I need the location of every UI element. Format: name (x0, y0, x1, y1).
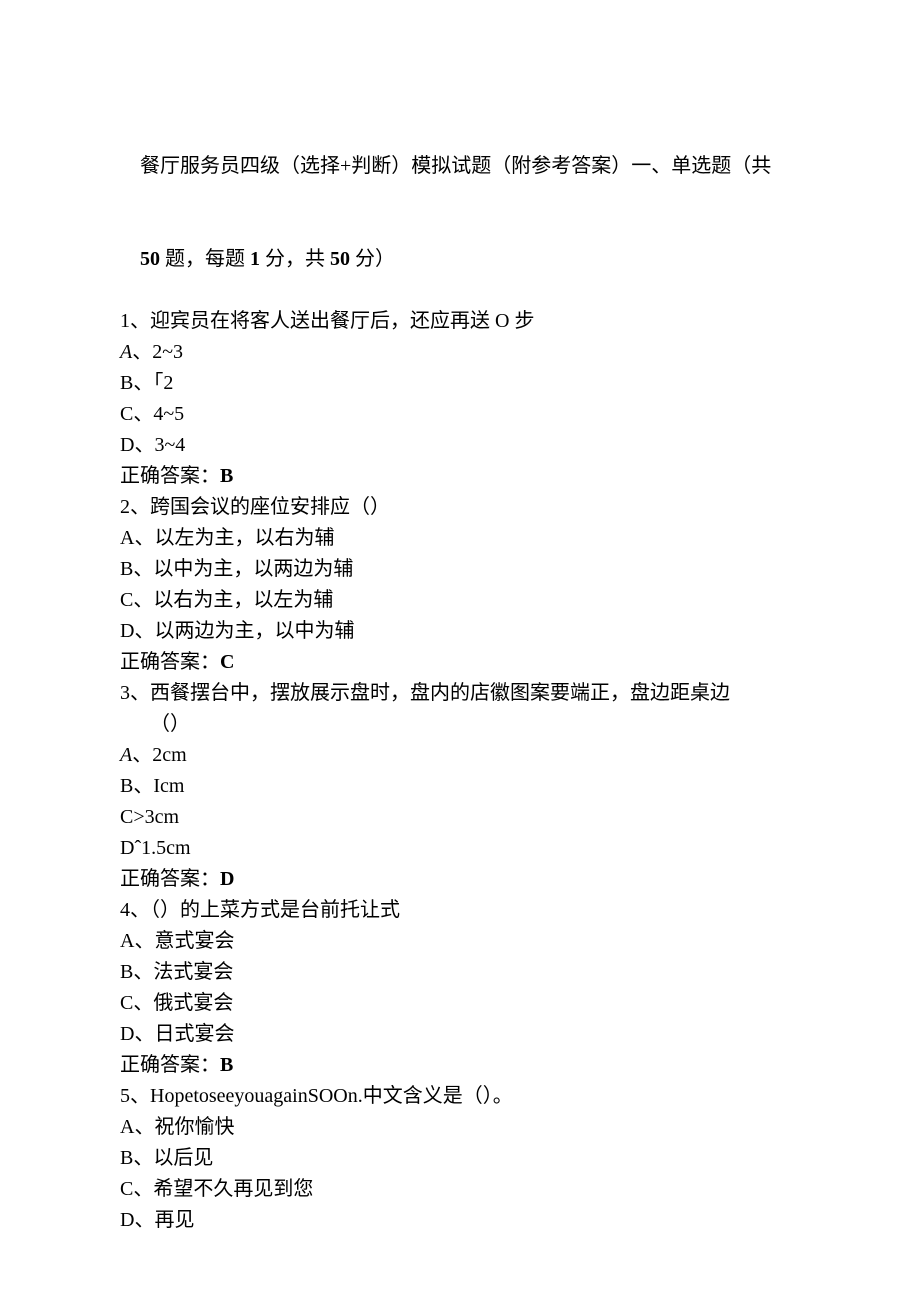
q1-option-a-bullet: A (120, 341, 132, 363)
q3-answer: 正确答案：D (120, 864, 800, 895)
q1-answer-label: 正确答案： (120, 465, 220, 487)
q3-option-a-text: 、2cm (132, 744, 186, 766)
q2-option-a: A、以左为主，以右为辅 (120, 523, 800, 554)
q3-answer-label: 正确答案： (120, 868, 220, 890)
q5-option-d: D、再见 (120, 1205, 800, 1236)
q5-option-b: B、以后见 (120, 1143, 800, 1174)
q3-option-a-bullet: A (120, 744, 132, 766)
q4-answer: 正确答案：B (120, 1050, 800, 1081)
q4-option-c: C、俄式宴会 (120, 988, 800, 1019)
exam-header: 餐厅服务员四级（选择+判断）模拟试题（附参考答案）一、单选题（共 (120, 120, 800, 213)
q5-option-a: A、祝你愉快 (120, 1112, 800, 1143)
header-text-2c: 分） (350, 248, 395, 270)
q2-stem: 2、跨国会议的座位安排应（） (120, 492, 800, 523)
q5-stem: 5、HopetoseeyouagainSOOn.中文含义是（）。 (120, 1081, 800, 1112)
q2-answer-value: C (220, 651, 234, 673)
q1-option-a-text: 、2~3 (132, 341, 183, 363)
q3-option-b: B、Icm (120, 771, 800, 802)
q2-answer: 正确答案：C (120, 647, 800, 678)
q1-option-b: B、「2 (120, 368, 800, 399)
header-text-2a: 题，每题 (160, 248, 250, 270)
q1-option-d: D、3~4 (120, 430, 800, 461)
q3-option-c: C>3cm (120, 802, 800, 833)
exam-header-line2: 50 题，每题 1 分，共 50 分） (120, 213, 800, 306)
q1-stem: 1、迎宾员在将客人送出餐厅后，还应再送 O 步 (120, 306, 800, 337)
header-text-2b: 分，共 (260, 248, 330, 270)
q4-answer-value: B (220, 1054, 233, 1076)
q2-option-c: C、以右为主，以左为辅 (120, 585, 800, 616)
q1-answer: 正确答案：B (120, 461, 800, 492)
q1-answer-value: B (220, 465, 233, 487)
q1-option-a: A、2~3 (120, 337, 800, 368)
q4-option-b: B、法式宴会 (120, 957, 800, 988)
q3-answer-value: D (220, 868, 234, 890)
q2-option-b: B、以中为主，以两边为辅 (120, 554, 800, 585)
document-page: 餐厅服务员四级（选择+判断）模拟试题（附参考答案）一、单选题（共 50 题，每题… (0, 0, 920, 1276)
header-per: 1 (250, 248, 260, 270)
header-text-1: 餐厅服务员四级（选择+判断）模拟试题（附参考答案）一、单选题（共 (140, 155, 771, 177)
q3-option-a: A、2cm (120, 740, 800, 771)
q2-option-d: D、以两边为主，以中为辅 (120, 616, 800, 647)
q3-option-d: Dˆ1.5cm (120, 833, 800, 864)
q4-option-a: A、意式宴会 (120, 926, 800, 957)
q5-option-c: C、希望不久再见到您 (120, 1174, 800, 1205)
q4-option-d: D、日式宴会 (120, 1019, 800, 1050)
q2-answer-label: 正确答案： (120, 651, 220, 673)
q3-stem-line1: 3、西餐摆台中，摆放展示盘时，盘内的店徽图案要端正，盘边距桌边 (120, 678, 800, 709)
header-count: 50 (140, 248, 160, 270)
header-total: 50 (330, 248, 350, 270)
q4-stem: 4、（）的上菜方式是台前托让式 (120, 895, 800, 926)
q4-answer-label: 正确答案： (120, 1054, 220, 1076)
q3-stem-line2: （） (120, 709, 800, 740)
q1-option-c: C、4~5 (120, 399, 800, 430)
